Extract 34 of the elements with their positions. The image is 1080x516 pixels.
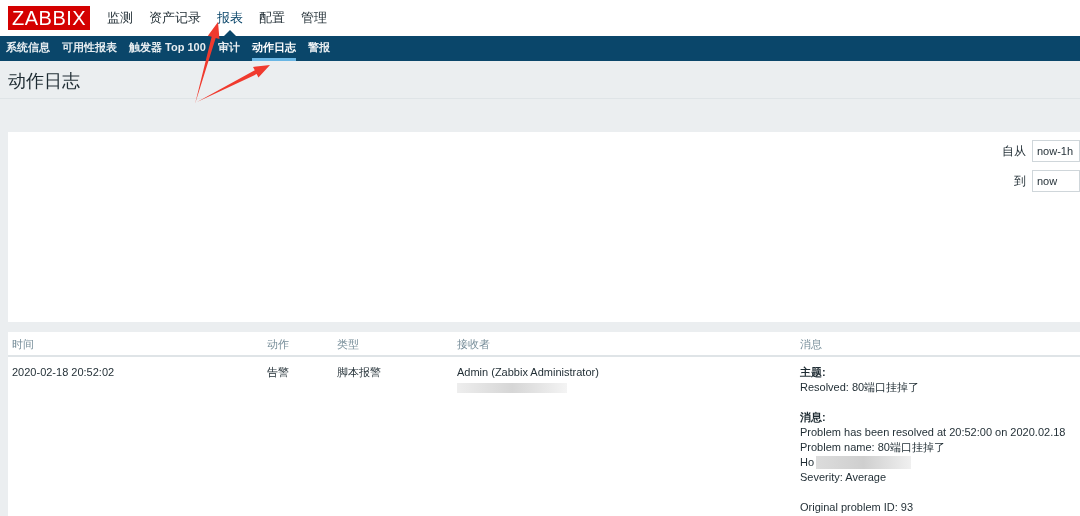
menu-item[interactable]: 管理 bbox=[301, 10, 328, 26]
logo[interactable]: ZABBIX bbox=[8, 6, 91, 30]
from-label: 自从 bbox=[1002, 143, 1026, 160]
table-cell: 2020-02-18 20:52:02 bbox=[12, 366, 115, 378]
menu-item[interactable]: 配置 bbox=[259, 10, 286, 26]
column-header: 类型 bbox=[337, 337, 359, 350]
message-line: Original problem ID: 93 bbox=[800, 500, 914, 515]
message-line: Problem has been resolved at 20:52:00 on 2020.02.18 bbox=[800, 425, 1066, 440]
page-title: 动作日志 bbox=[8, 70, 80, 92]
column-header: 消息 bbox=[800, 337, 822, 350]
submenu-tab[interactable]: 系统信息 bbox=[6, 36, 50, 61]
column-header: 时间 bbox=[12, 337, 34, 350]
submenu-tab[interactable]: 动作日志 bbox=[251, 36, 296, 61]
table-cell: Admin (Zabbix Administrator) bbox=[457, 365, 599, 380]
submenu-tab[interactable]: 可用性报表 bbox=[62, 36, 117, 61]
table-cell: 告警 bbox=[267, 366, 289, 378]
column-header: 动作 bbox=[267, 337, 289, 350]
to-label: 到 bbox=[1014, 173, 1026, 190]
column-header: 接收者 bbox=[457, 337, 490, 350]
message-heading: 主题: bbox=[800, 365, 826, 380]
message-heading: 消息: bbox=[800, 410, 826, 425]
message-line: Problem name: 80端口挂掉了 bbox=[800, 440, 945, 455]
message-line: Severity: Average bbox=[800, 470, 886, 485]
menu-item[interactable]: 资产记录 bbox=[149, 10, 202, 26]
message-line: Ho bbox=[800, 455, 815, 470]
to-field[interactable]: now bbox=[1032, 170, 1080, 192]
submenu-tab[interactable]: 警报 bbox=[307, 36, 330, 61]
table-cell: 脚本报警 bbox=[337, 366, 381, 378]
submenu-tab[interactable]: 触发器 Top 100 bbox=[129, 36, 206, 61]
menu-item[interactable]: 报表 bbox=[217, 10, 244, 26]
message-line: Resolved: 80端口挂掉了 bbox=[800, 380, 920, 395]
from-field[interactable]: now-1h bbox=[1032, 140, 1080, 162]
menu-item[interactable]: 监测 bbox=[107, 10, 134, 26]
submenu-tab[interactable]: 审计 bbox=[217, 36, 240, 61]
